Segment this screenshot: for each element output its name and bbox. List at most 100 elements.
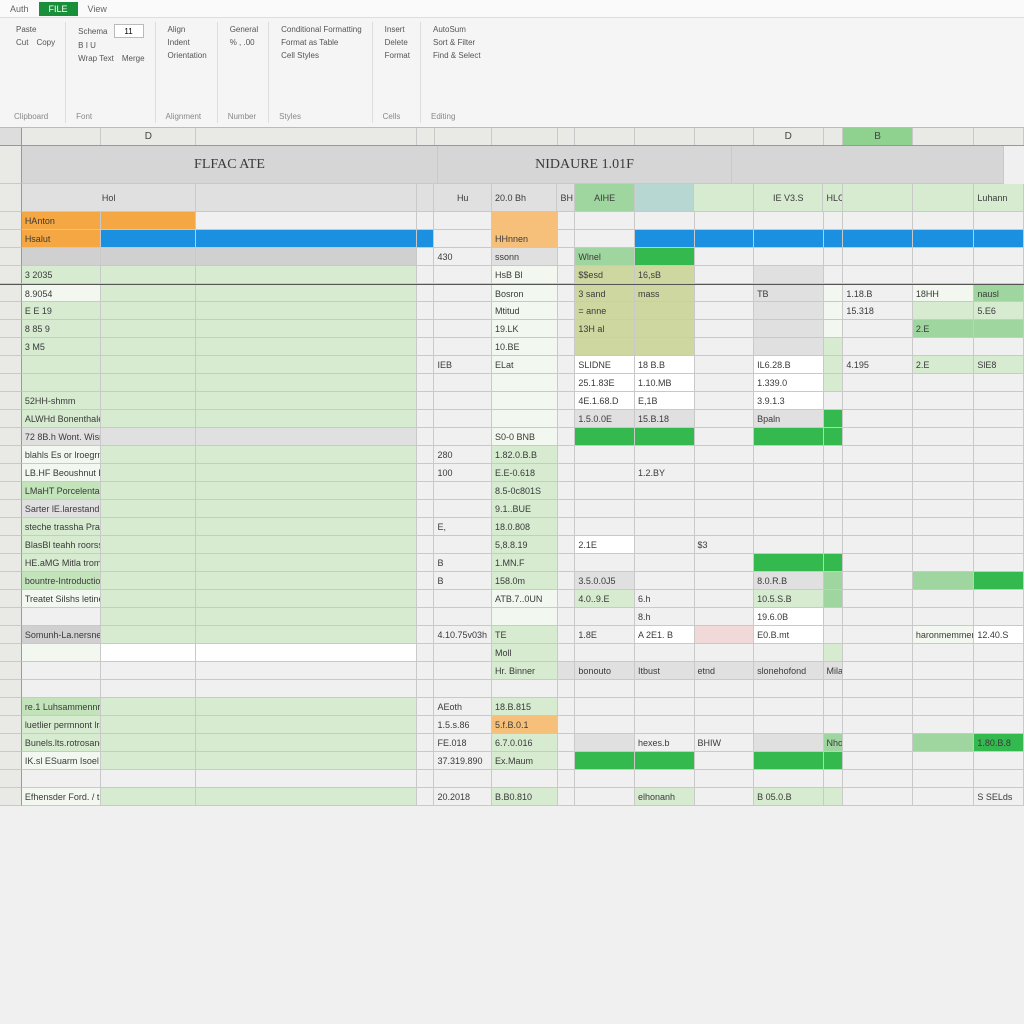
- cut-button[interactable]: Cut: [14, 37, 30, 48]
- cell[interactable]: [196, 338, 416, 356]
- cell[interactable]: [558, 410, 576, 428]
- cell[interactable]: [695, 374, 755, 392]
- col-header[interactable]: [417, 128, 435, 145]
- cell[interactable]: [558, 644, 576, 662]
- cell[interactable]: 20.2018: [434, 788, 492, 806]
- cell[interactable]: [101, 464, 196, 482]
- cell[interactable]: [101, 536, 196, 554]
- cell[interactable]: [824, 464, 844, 482]
- cell[interactable]: [417, 482, 435, 500]
- cell[interactable]: 25.1.83E: [575, 374, 635, 392]
- cell[interactable]: [417, 356, 435, 374]
- row-header[interactable]: [0, 788, 22, 806]
- col-header[interactable]: [196, 128, 416, 145]
- tab-view[interactable]: View: [78, 2, 117, 16]
- cell[interactable]: [843, 428, 912, 446]
- cell[interactable]: 16,sB: [635, 266, 695, 284]
- cell[interactable]: [492, 608, 557, 626]
- number-format-button[interactable]: General: [228, 24, 260, 35]
- cell[interactable]: [434, 230, 492, 248]
- cell[interactable]: [824, 392, 844, 410]
- cell[interactable]: [196, 698, 416, 716]
- cell[interactable]: IL6.28.B: [754, 356, 823, 374]
- cell[interactable]: [843, 554, 912, 572]
- row-header[interactable]: [0, 285, 22, 302]
- cell[interactable]: [754, 464, 823, 482]
- cell[interactable]: [843, 716, 912, 734]
- cell[interactable]: [754, 770, 823, 788]
- cell[interactable]: [754, 230, 823, 248]
- cell[interactable]: S0-0 BNB: [492, 428, 557, 446]
- cell[interactable]: [101, 788, 196, 806]
- cell[interactable]: ATB.7..0UN: [492, 590, 557, 608]
- cell[interactable]: S SELds: [974, 788, 1024, 806]
- cell[interactable]: [913, 698, 975, 716]
- row-header[interactable]: [0, 500, 22, 518]
- cell[interactable]: [824, 716, 844, 734]
- cell[interactable]: slonehofond: [754, 662, 823, 680]
- cell[interactable]: [417, 446, 435, 464]
- cell[interactable]: [575, 446, 635, 464]
- cell[interactable]: [417, 644, 435, 662]
- cell[interactable]: [843, 590, 912, 608]
- cell[interactable]: [824, 500, 844, 518]
- cell[interactable]: 280: [434, 446, 492, 464]
- cell[interactable]: [492, 410, 557, 428]
- col-header[interactable]: [575, 128, 635, 145]
- cell[interactable]: HE.aMG Mitla tromsseoot: [22, 554, 101, 572]
- cell[interactable]: B 05.0.B: [754, 788, 823, 806]
- cell[interactable]: [558, 428, 576, 446]
- cell[interactable]: [101, 356, 196, 374]
- cell[interactable]: 18 B.B: [635, 356, 695, 374]
- hdr2[interactable]: Hu: [434, 184, 492, 212]
- cell[interactable]: [558, 302, 576, 320]
- row-header[interactable]: [0, 146, 22, 184]
- cell[interactable]: [974, 590, 1024, 608]
- cell[interactable]: [196, 374, 416, 392]
- cell[interactable]: [101, 734, 196, 752]
- cell[interactable]: [695, 572, 755, 590]
- cell[interactable]: [843, 266, 912, 284]
- cell[interactable]: B: [434, 554, 492, 572]
- row-header[interactable]: [0, 338, 22, 356]
- cell[interactable]: [558, 536, 576, 554]
- cell[interactable]: E0.B.mt: [754, 626, 823, 644]
- bold-italic-underline[interactable]: B I U: [76, 40, 146, 51]
- cell[interactable]: [974, 410, 1024, 428]
- cell[interactable]: [417, 572, 435, 590]
- cell[interactable]: [974, 230, 1024, 248]
- cell[interactable]: [843, 518, 912, 536]
- cell[interactable]: 1.339.0: [754, 374, 823, 392]
- row-header[interactable]: [0, 554, 22, 572]
- cell[interactable]: [558, 392, 576, 410]
- cell[interactable]: [754, 266, 823, 284]
- cell[interactable]: [196, 644, 416, 662]
- cell[interactable]: [101, 608, 196, 626]
- cell[interactable]: [434, 212, 492, 230]
- row-header[interactable]: [0, 410, 22, 428]
- cell[interactable]: [492, 770, 557, 788]
- cell[interactable]: Hsalut: [22, 230, 101, 248]
- col-header[interactable]: [913, 128, 975, 145]
- cell[interactable]: [754, 536, 823, 554]
- cell[interactable]: [754, 716, 823, 734]
- cell[interactable]: [417, 285, 435, 302]
- cell[interactable]: [843, 410, 912, 428]
- cell[interactable]: [558, 608, 576, 626]
- cell[interactable]: [974, 446, 1024, 464]
- cell[interactable]: [434, 662, 492, 680]
- cell[interactable]: [754, 428, 823, 446]
- cell[interactable]: [558, 518, 576, 536]
- cell[interactable]: [434, 500, 492, 518]
- cell[interactable]: [101, 410, 196, 428]
- cell[interactable]: [843, 626, 912, 644]
- cell[interactable]: 19.LK: [492, 320, 557, 338]
- cell[interactable]: 13H al: [575, 320, 635, 338]
- cell[interactable]: [843, 320, 912, 338]
- cell[interactable]: [974, 428, 1024, 446]
- cell[interactable]: Ex.Maum: [492, 752, 557, 770]
- cell[interactable]: [434, 285, 492, 302]
- cell[interactable]: [843, 752, 912, 770]
- cell[interactable]: HAnton: [22, 212, 101, 230]
- cell[interactable]: [558, 734, 576, 752]
